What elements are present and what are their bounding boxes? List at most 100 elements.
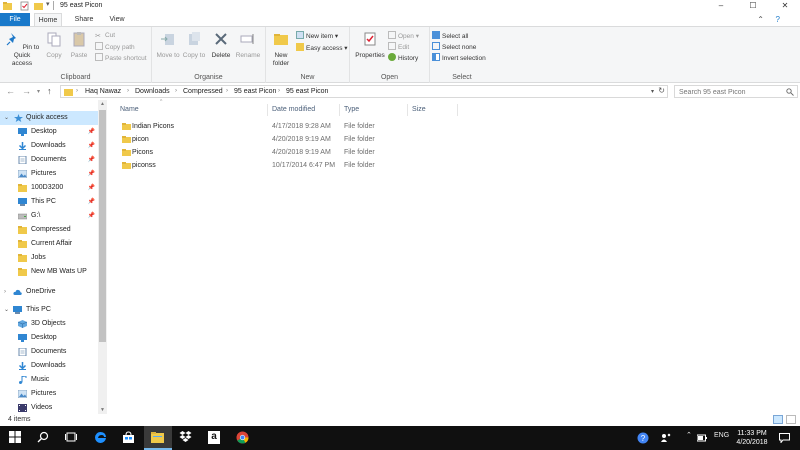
chrome-help-tray-icon[interactable]: ? <box>637 432 649 444</box>
new-folder-button[interactable]: New folder <box>268 31 294 68</box>
search-button[interactable] <box>30 426 58 450</box>
language-indicator[interactable]: ENG <box>714 432 729 439</box>
edit-button[interactable]: Edit <box>388 42 409 52</box>
chrome-taskbar-button[interactable] <box>229 426 257 450</box>
tab-share[interactable]: Share <box>70 13 98 26</box>
select-none-button[interactable]: Select none <box>432 42 476 52</box>
select-all-button[interactable]: Select all <box>432 31 468 41</box>
chevron-up-icon[interactable]: ⌃ <box>757 15 764 24</box>
tab-file[interactable]: File <box>0 13 30 26</box>
nav-current-affair[interactable]: Current Affair <box>0 237 98 251</box>
nav-pictures[interactable]: Pictures 📌 <box>0 167 98 181</box>
pin-icon[interactable]: 📌 <box>88 139 95 153</box>
maximize-button[interactable]: ☐ <box>742 0 764 12</box>
nav-desktop[interactable]: Desktop 📌 <box>0 125 98 139</box>
nav-jobs[interactable]: Jobs <box>0 251 98 265</box>
search-icon[interactable] <box>786 88 794 96</box>
column-header-type[interactable]: Type <box>340 104 408 116</box>
nav-new-mb-wats-up[interactable]: New MB Wats UP <box>0 265 98 279</box>
table-row[interactable]: Indian Picons 4/17/2018 9:28 AM File fol… <box>120 120 520 133</box>
tab-view[interactable]: View <box>104 13 130 26</box>
nav-quick-access[interactable]: ⌄ Quick access <box>0 111 98 125</box>
paste-shortcut-button[interactable]: Paste shortcut <box>95 53 147 63</box>
scrollbar-thumb[interactable] <box>99 110 106 342</box>
pin-to-quick-access-button[interactable]: Pin to Quick access <box>3 31 41 68</box>
breadcrumb-haq-nawaz[interactable]: Haq Nawaz <box>85 88 121 95</box>
new-item-button[interactable]: New item ▾ <box>296 31 338 41</box>
scroll-up-arrow-icon[interactable]: ▲ <box>98 101 107 107</box>
search-box[interactable] <box>674 85 798 98</box>
edge-taskbar-button[interactable] <box>87 426 115 450</box>
nav-pc-downloads[interactable]: Downloads <box>0 359 98 373</box>
large-icons-view-icon[interactable] <box>786 415 796 424</box>
chevron-right-icon[interactable]: › <box>4 285 6 299</box>
breadcrumb-compressed[interactable]: Compressed <box>183 88 223 95</box>
minimize-button[interactable]: – <box>710 0 732 12</box>
dropbox-taskbar-button[interactable] <box>172 426 200 450</box>
up-arrow-icon[interactable]: ↑ <box>47 86 52 96</box>
store-taskbar-button[interactable] <box>115 426 143 450</box>
refresh-icon[interactable]: ↻ <box>658 86 665 95</box>
qat-dropdown-icon[interactable]: ▾ <box>46 0 50 8</box>
recent-dropdown-icon[interactable]: ▾ <box>37 88 40 95</box>
amazon-taskbar-button[interactable]: a <box>200 426 228 450</box>
properties-icon[interactable] <box>20 1 29 11</box>
chevron-down-icon[interactable]: ⌄ <box>4 111 9 125</box>
breadcrumb-95-east-picon[interactable]: 95 east Picon <box>234 88 276 95</box>
open-button[interactable]: Open ▾ <box>388 31 419 41</box>
table-row[interactable]: picon 4/20/2018 9:19 AM File folder <box>120 133 520 146</box>
easy-access-button[interactable]: Easy access ▾ <box>296 43 348 53</box>
details-view-icon[interactable] <box>773 415 783 424</box>
table-row[interactable]: Picons 4/20/2018 9:19 AM File folder <box>120 146 520 159</box>
clock[interactable]: 11:33 PM 4/20/2018 <box>730 429 774 447</box>
start-button[interactable] <box>2 426 30 450</box>
pin-icon[interactable]: 📌 <box>88 153 95 167</box>
move-to-button[interactable]: Move to <box>156 31 180 60</box>
nav-pc-pictures[interactable]: Pictures <box>0 387 98 401</box>
column-header-date[interactable]: Date modified <box>268 104 340 116</box>
column-header-name[interactable]: Name <box>116 104 268 116</box>
nav-3d-objects[interactable]: 3D Objects <box>0 317 98 331</box>
nav-documents[interactable]: Documents 📌 <box>0 153 98 167</box>
pin-icon[interactable]: 📌 <box>88 167 95 181</box>
person-network-icon[interactable] <box>661 433 671 443</box>
copy-button[interactable]: Copy <box>42 31 66 60</box>
chevron-up-icon[interactable]: ⌃ <box>686 431 692 439</box>
search-input[interactable] <box>679 88 779 96</box>
breadcrumb-95-east-picon-current[interactable]: 95 east Picon <box>286 88 328 95</box>
tab-home[interactable]: Home <box>34 13 62 26</box>
invert-selection-button[interactable]: Invert selection <box>432 53 486 63</box>
column-header-size[interactable]: Size <box>408 104 458 116</box>
pin-icon[interactable]: 📌 <box>88 195 95 209</box>
pin-icon[interactable]: 📌 <box>88 181 95 195</box>
paste-button[interactable]: Paste <box>67 31 91 60</box>
nav-downloads[interactable]: Downloads 📌 <box>0 139 98 153</box>
rename-button[interactable]: Rename <box>235 31 261 60</box>
battery-icon[interactable] <box>697 434 707 442</box>
notification-icon[interactable] <box>779 433 790 443</box>
address-dropdown-icon[interactable]: ▾ <box>651 88 654 95</box>
pin-icon[interactable]: 📌 <box>88 125 95 139</box>
navigation-scrollbar[interactable]: ▲ ▼ <box>98 100 107 414</box>
cut-button[interactable]: ✂ Cut <box>95 31 115 41</box>
nav-g-drive[interactable]: G:\ 📌 <box>0 209 98 223</box>
task-view-button[interactable] <box>58 426 86 450</box>
history-button[interactable]: History <box>388 53 418 63</box>
properties-button[interactable]: Properties <box>353 31 387 60</box>
copy-to-button[interactable]: Copy to <box>182 31 206 60</box>
file-explorer-taskbar-button[interactable] <box>144 426 172 450</box>
address-bar[interactable]: › Haq Nawaz › Downloads › Compressed › 9… <box>60 85 668 98</box>
chevron-down-icon[interactable]: ⌄ <box>4 303 9 317</box>
table-row[interactable]: piconss 10/17/2014 6:47 PM File folder <box>120 159 520 172</box>
nav-videos[interactable]: Videos <box>0 401 98 414</box>
breadcrumb-downloads[interactable]: Downloads <box>135 88 170 95</box>
nav-pc-documents[interactable]: Documents <box>0 345 98 359</box>
nav-music[interactable]: Music <box>0 373 98 387</box>
pin-icon[interactable]: 📌 <box>88 209 95 223</box>
close-button[interactable]: ✕ <box>774 0 796 12</box>
nav-this-pc-pinned[interactable]: This PC 📌 <box>0 195 98 209</box>
nav-this-pc[interactable]: ⌄ This PC <box>0 303 98 317</box>
scroll-down-arrow-icon[interactable]: ▼ <box>98 407 107 413</box>
nav-compressed[interactable]: Compressed <box>0 223 98 237</box>
back-arrow-icon[interactable]: ← <box>6 86 15 96</box>
